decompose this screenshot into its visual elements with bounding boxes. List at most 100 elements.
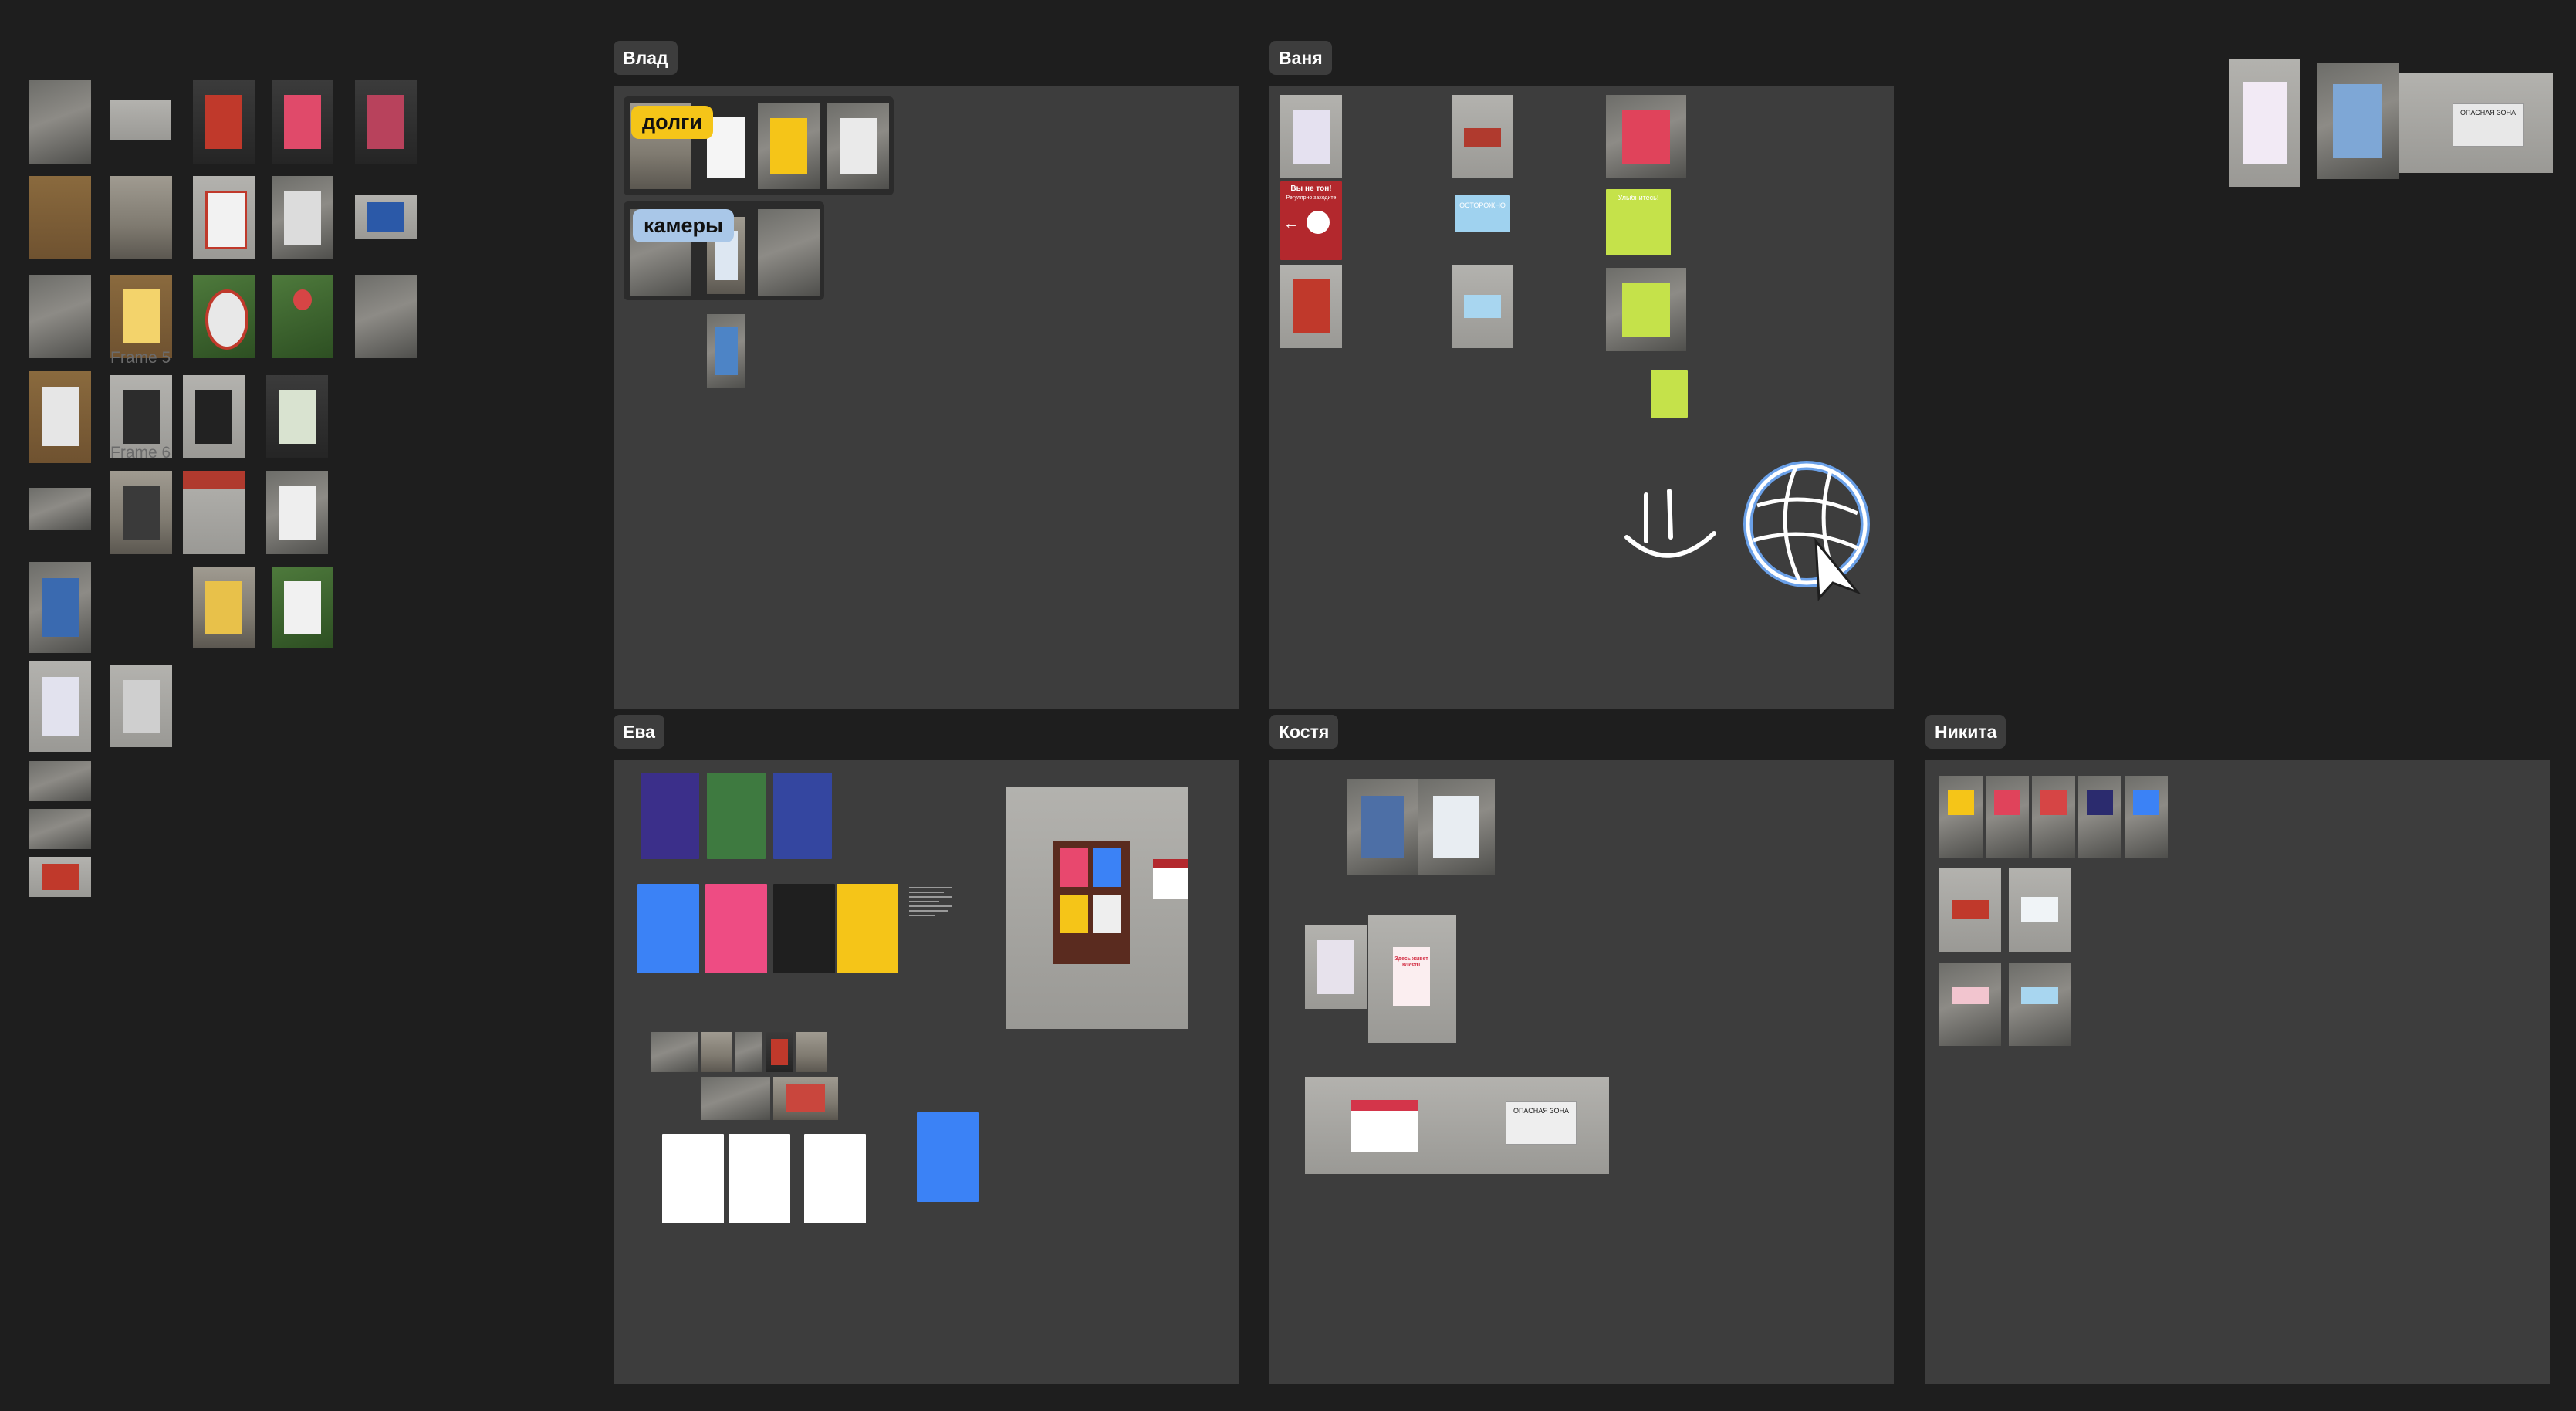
thumbnail[interactable] [272,80,333,164]
thumbnail[interactable] [29,488,91,530]
thumbnail[interactable] [29,661,91,752]
frame-vlad[interactable]: долги камеры [614,86,1239,709]
poster[interactable] [773,884,835,973]
text-notes[interactable] [909,884,952,942]
frame-5-label[interactable]: Frame 5 [110,349,171,367]
thumbnail[interactable] [2125,776,2168,858]
thumbnail[interactable] [193,176,255,259]
thumbnail[interactable] [1347,779,1418,875]
thumbnail[interactable] [29,761,91,801]
thumbnail[interactable] [651,1032,698,1072]
thumbnail[interactable] [1606,268,1686,351]
poster-warning[interactable]: ОСТОРОЖНО [1455,195,1510,232]
poster[interactable] [837,884,898,973]
thumbnail[interactable] [272,275,333,358]
thumbnail[interactable] [266,375,328,458]
thumbnail[interactable] [1452,95,1513,178]
thumbnail[interactable] [29,809,91,849]
thumbnail[interactable] [29,275,91,358]
thumbnail[interactable] [266,471,328,554]
frame-label-nikita[interactable]: Никита [1925,715,2006,749]
sticker-dolgi[interactable]: долги [631,106,713,139]
thumbnail[interactable] [110,100,171,140]
thumbnail[interactable] [110,275,172,358]
thumbnail[interactable] [1305,1077,1459,1174]
thumbnail[interactable] [29,371,91,463]
frame-label-kostya[interactable]: Костя [1269,715,1339,749]
thumbnail[interactable] [29,857,91,897]
frame-label-vlad[interactable]: Влад [614,41,678,75]
thumbnail[interactable] [1939,963,2001,1046]
sticker-kamery[interactable]: камеры [633,209,735,242]
poster[interactable] [1651,370,1688,418]
figma-canvas[interactable]: Frame 5 Frame 6 Влад долги камеры Ваня В… [0,0,2576,1411]
thumbnail[interactable] [183,471,245,554]
thumbnail[interactable] [193,80,255,164]
thumbnail[interactable] [355,275,417,358]
poster[interactable] [804,1134,866,1223]
thumbnail[interactable] [1939,776,1983,858]
thumbnail[interactable] [110,665,172,747]
poster[interactable] [641,773,699,859]
thumbnail[interactable] [1305,925,1367,1009]
thumbnail[interactable] [29,562,91,653]
thumbnail[interactable] [2009,963,2071,1046]
thumbnail[interactable] [110,471,172,554]
thumbnail[interactable] [1280,265,1342,348]
thumbnail[interactable] [1939,868,2001,952]
thumbnail[interactable] [766,1032,793,1072]
thumbnail[interactable] [796,1032,827,1072]
smiley-doodle-icon[interactable] [1623,479,1723,572]
thumbnail[interactable] [29,176,91,259]
thumbnail[interactable] [1280,95,1342,178]
thumbnail[interactable] [272,567,333,648]
thumbnail[interactable] [758,103,820,189]
thumbnail[interactable]: ОПАСНАЯ ЗОНА [2399,73,2553,173]
poster[interactable] [707,773,766,859]
thumbnail[interactable] [758,209,820,296]
thumbnail[interactable] [827,103,889,189]
poster[interactable] [729,1134,790,1223]
globe-cursor-icon[interactable] [1742,459,1881,606]
poster[interactable] [705,884,767,973]
frame-nikita[interactable] [1925,760,2550,1384]
photo-noticeboard[interactable] [1006,787,1188,1029]
noticeboard [1053,841,1130,964]
thumbnail[interactable] [110,176,172,259]
thumbnail[interactable] [701,1077,770,1120]
thumbnail[interactable] [193,275,255,358]
frame-kostya[interactable]: Здесь живет клиент ОПАСНАЯ ЗОНА [1269,760,1894,1384]
thumbnail[interactable] [2009,868,2071,952]
thumbnail[interactable] [355,195,417,239]
frame-vanya[interactable]: Вы не тон! Регулярно заходите ← ОСТОРОЖН… [1269,86,1894,709]
thumbnail[interactable] [701,1032,732,1072]
thumbnail[interactable] [2317,63,2399,179]
thumbnail[interactable] [773,1077,838,1120]
poster-green[interactable]: Улыбнитесь! [1606,189,1671,255]
poster[interactable] [662,1134,724,1223]
thumbnail[interactable] [193,567,255,648]
thumbnail[interactable] [355,80,417,164]
thumbnail[interactable] [1452,265,1513,348]
thumbnail[interactable] [707,314,745,388]
frame-eva[interactable] [614,760,1239,1384]
poster[interactable] [773,773,832,859]
thumbnail[interactable] [183,375,245,458]
poster-red-cross[interactable]: Вы не тон! Регулярно заходите ← [1280,181,1342,260]
thumbnail[interactable]: Здесь живет клиент [1368,915,1456,1043]
thumbnail[interactable] [735,1032,762,1072]
frame-6-label[interactable]: Frame 6 [110,444,171,462]
frame-label-eva[interactable]: Ева [614,715,664,749]
thumbnail[interactable]: ОПАСНАЯ ЗОНА [1459,1077,1609,1174]
thumbnail[interactable] [272,176,333,259]
thumbnail[interactable] [2229,59,2300,187]
thumbnail[interactable] [2078,776,2121,858]
thumbnail[interactable] [29,80,91,164]
thumbnail[interactable] [1418,779,1495,875]
poster[interactable] [917,1112,979,1202]
frame-label-vanya[interactable]: Ваня [1269,41,1332,75]
poster[interactable] [637,884,699,973]
thumbnail[interactable] [1986,776,2029,858]
thumbnail[interactable] [2032,776,2075,858]
thumbnail[interactable] [1606,95,1686,178]
